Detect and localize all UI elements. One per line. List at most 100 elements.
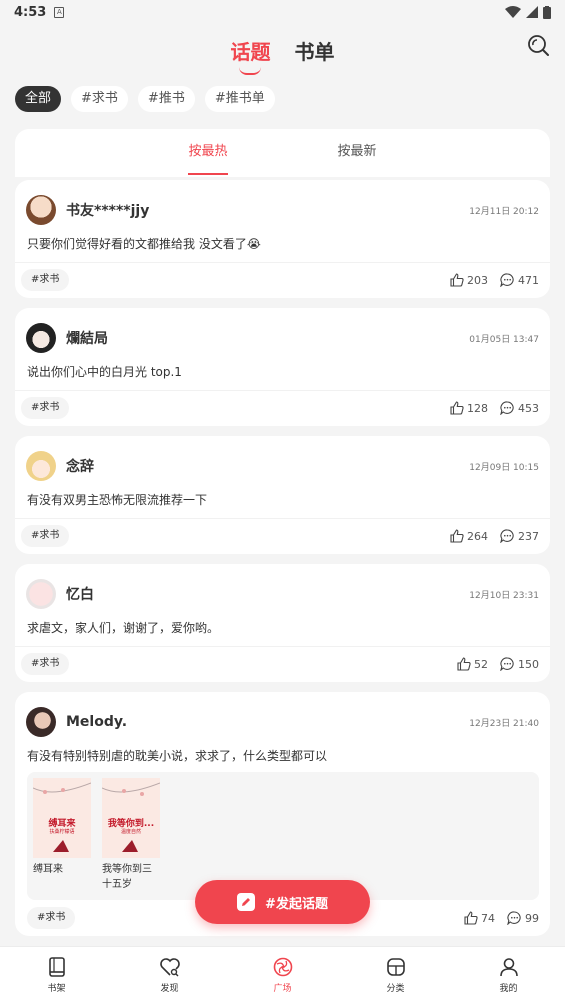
like-button[interactable]: 128 <box>450 401 488 415</box>
post-stats: 52 150 <box>457 657 539 671</box>
chip-recommend-list[interactable]: #推书单 <box>204 86 275 112</box>
comment-icon <box>507 911 521 925</box>
post-card[interactable]: 念辞 12月09日 10:15 有没有双男主恐怖无限流推荐一下 #求书 264 … <box>15 436 550 554</box>
tab-topics[interactable]: 话题 <box>231 36 271 75</box>
comment-icon <box>500 401 514 415</box>
post-stats: 264 237 <box>450 529 539 543</box>
nav-profile[interactable]: 我的 <box>452 947 565 1004</box>
start-topic-button[interactable]: #发起话题 <box>195 880 370 924</box>
book-cover-subtitle: 温度自然 <box>120 829 141 835</box>
thumbs-up-icon <box>464 911 478 925</box>
comment-icon <box>500 273 514 287</box>
sort-hottest[interactable]: 按最热 <box>188 129 228 177</box>
thumbs-up-icon <box>450 529 464 543</box>
post-text[interactable]: 求虐文，家人们，谢谢了，爱你哟。 <box>27 619 219 636</box>
nav-bookshelf[interactable]: 书架 <box>0 947 113 1004</box>
tab-booklists[interactable]: 书单 <box>295 36 335 65</box>
search-icon[interactable] <box>527 34 549 56</box>
comment-count: 237 <box>518 529 539 543</box>
like-button[interactable]: 203 <box>450 273 488 287</box>
active-indicator-icon <box>238 67 261 75</box>
comment-button[interactable]: 453 <box>500 401 539 415</box>
avatar[interactable] <box>26 707 56 737</box>
post-tag[interactable]: #求书 <box>21 269 70 291</box>
comment-button[interactable]: 150 <box>500 657 539 671</box>
like-count: 52 <box>474 657 488 671</box>
chip-all[interactable]: 全部 <box>15 86 62 112</box>
username[interactable]: Melody. <box>66 714 127 730</box>
start-topic-label: #发起话题 <box>265 896 328 912</box>
post-time: 12月23日 21:40 <box>469 719 539 729</box>
avatar[interactable] <box>26 579 56 609</box>
post-card[interactable]: 书友*****jjy 12月11日 20:12 只要你们觉得好看的文都推给我 没… <box>15 180 550 298</box>
book-title: 我等你到三十五岁 <box>102 864 152 890</box>
avatar[interactable] <box>26 195 56 225</box>
username[interactable]: 念辞 <box>66 456 94 476</box>
post-tag[interactable]: #求书 <box>27 907 76 929</box>
post-card[interactable]: 爛結局 01月05日 13:47 说出你们心中的白月光 top.1 #求书 12… <box>15 308 550 426</box>
post-card[interactable]: 忆白 12月10日 23:31 求虐文，家人们，谢谢了，爱你哟。 #求书 52 … <box>15 564 550 682</box>
comment-button[interactable]: 237 <box>500 529 539 543</box>
book-cover: 缚耳来 扶桑柠檬语 <box>33 778 91 858</box>
nav-label: 广场 <box>273 984 292 994</box>
divider <box>15 518 550 519</box>
nav-label: 分类 <box>386 984 405 994</box>
post-stats: 74 99 <box>464 911 539 925</box>
like-button[interactable]: 52 <box>457 657 488 671</box>
nav-plaza[interactable]: 广场 <box>226 947 339 1004</box>
comment-count: 99 <box>525 911 539 925</box>
post-time: 12月10日 23:31 <box>469 591 539 601</box>
post-time: 12月09日 10:15 <box>469 463 539 473</box>
sim-icon: A <box>54 6 65 18</box>
thumbs-up-icon <box>450 273 464 287</box>
post-tag[interactable]: #求书 <box>21 397 70 419</box>
username[interactable]: 忆白 <box>66 584 94 604</box>
thumbs-up-icon <box>450 401 464 415</box>
like-button[interactable]: 74 <box>464 911 495 925</box>
sort-bar: 按最热 按最新 <box>15 129 550 177</box>
like-count: 128 <box>467 401 488 415</box>
post-time: 01月05日 13:47 <box>469 335 539 345</box>
filter-chips: 全部 #求书 #推书 #推书单 <box>15 86 275 112</box>
comment-button[interactable]: 471 <box>500 273 539 287</box>
discover-icon <box>159 958 180 977</box>
like-button[interactable]: 264 <box>450 529 488 543</box>
post-text[interactable]: 有没有特别特别虐的耽美小说，求求了，什么类型都可以 <box>27 747 327 764</box>
post-tag[interactable]: #求书 <box>21 525 70 547</box>
avatar[interactable] <box>26 323 56 353</box>
plaza-icon <box>273 957 292 977</box>
comment-count: 471 <box>518 273 539 287</box>
bottom-nav: 书架 发现 广场 分类 我的 <box>0 946 565 1004</box>
divider <box>15 390 550 391</box>
book-cover-subtitle: 扶桑柠檬语 <box>49 829 75 835</box>
post-time: 12月11日 20:12 <box>469 207 539 217</box>
book-item[interactable]: 我等你到... 温度自然 我等你到三十五岁 <box>102 778 160 892</box>
post-text[interactable]: 说出你们心中的白月光 top.1 <box>27 363 182 380</box>
book-item[interactable]: 缚耳来 扶桑柠檬语 缚耳来 <box>33 778 91 877</box>
edit-icon <box>237 893 256 911</box>
avatar[interactable] <box>26 451 56 481</box>
post-tag[interactable]: #求书 <box>21 653 70 675</box>
chip-request-books[interactable]: #求书 <box>71 86 128 112</box>
nav-discover[interactable]: 发现 <box>113 947 226 1004</box>
thumbs-up-icon <box>457 657 471 671</box>
nav-category[interactable]: 分类 <box>339 947 452 1004</box>
nav-label: 我的 <box>499 984 518 994</box>
divider <box>15 646 550 647</box>
nav-label: 书架 <box>47 984 66 994</box>
like-count: 74 <box>481 911 495 925</box>
username[interactable]: 爛結局 <box>66 328 108 348</box>
comment-count: 453 <box>518 401 539 415</box>
battery-icon <box>543 5 551 19</box>
book-icon <box>48 957 65 977</box>
user-icon <box>499 958 518 977</box>
wifi-icon <box>505 6 521 18</box>
post-text[interactable]: 有没有双男主恐怖无限流推荐一下 <box>27 491 207 508</box>
divider <box>15 262 550 263</box>
chip-recommend-books[interactable]: #推书 <box>137 86 195 112</box>
sort-newest[interactable]: 按最新 <box>338 129 377 177</box>
username[interactable]: 书友*****jjy <box>66 200 149 220</box>
comment-button[interactable]: 99 <box>507 911 539 925</box>
post-text[interactable]: 只要你们觉得好看的文都推给我 没文看了😭 <box>27 235 261 252</box>
post-stats: 203 471 <box>450 273 539 287</box>
